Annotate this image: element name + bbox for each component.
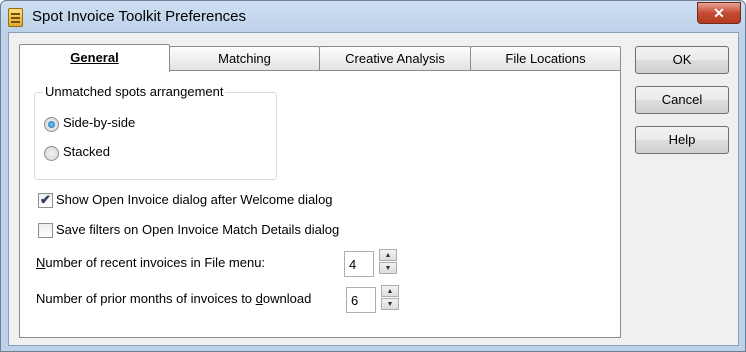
- group-title: Unmatched spots arrangement: [43, 84, 226, 99]
- radio-side-by-side-label[interactable]: Side-by-side: [63, 115, 135, 130]
- cancel-button[interactable]: Cancel: [635, 86, 729, 114]
- tab-general[interactable]: General: [19, 44, 170, 72]
- recent-invoices-label: Number of recent invoices in File menu:: [36, 255, 266, 270]
- prior-months-label: Number of prior months of invoices to do…: [36, 291, 312, 306]
- radio-stacked-label[interactable]: Stacked: [63, 144, 110, 159]
- prior-months-spin-up[interactable]: ▲: [381, 285, 399, 297]
- save-filters-checkbox[interactable]: [38, 223, 53, 238]
- help-button[interactable]: Help: [635, 126, 729, 154]
- recent-invoices-spin-down[interactable]: ▼: [379, 262, 397, 274]
- prior-months-spin-down[interactable]: ▼: [381, 298, 399, 310]
- recent-invoices-input[interactable]: 4: [344, 251, 374, 277]
- spots-arrangement-group: Unmatched spots arrangement Side-by-side…: [34, 84, 277, 180]
- tab-matching[interactable]: Matching: [169, 46, 320, 70]
- radio-stacked[interactable]: [44, 146, 59, 161]
- tab-creative-analysis[interactable]: Creative Analysis: [319, 46, 471, 70]
- radio-side-by-side[interactable]: [44, 117, 59, 132]
- window-title: Spot Invoice Toolkit Preferences: [32, 8, 247, 25]
- title-bar[interactable]: Spot Invoice Toolkit Preferences ✕: [1, 1, 745, 33]
- close-button[interactable]: ✕: [697, 2, 741, 24]
- app-icon: [8, 8, 23, 27]
- show-open-invoice-label[interactable]: Show Open Invoice dialog after Welcome d…: [56, 192, 333, 207]
- prior-months-input[interactable]: 6: [346, 287, 376, 313]
- ok-button[interactable]: OK: [635, 46, 729, 74]
- preferences-window: Spot Invoice Toolkit Preferences ✕ Gener…: [0, 0, 746, 352]
- recent-invoices-spin-up[interactable]: ▲: [379, 249, 397, 261]
- save-filters-label[interactable]: Save filters on Open Invoice Match Detai…: [56, 222, 339, 237]
- show-open-invoice-checkbox[interactable]: ✔: [38, 192, 53, 208]
- tab-file-locations[interactable]: File Locations: [470, 46, 621, 70]
- checkmark-icon: ✔: [40, 192, 51, 207]
- general-tab-panel: Unmatched spots arrangement Side-by-side…: [19, 70, 621, 338]
- dialog-client-area: General Matching Creative Analysis File …: [8, 32, 739, 346]
